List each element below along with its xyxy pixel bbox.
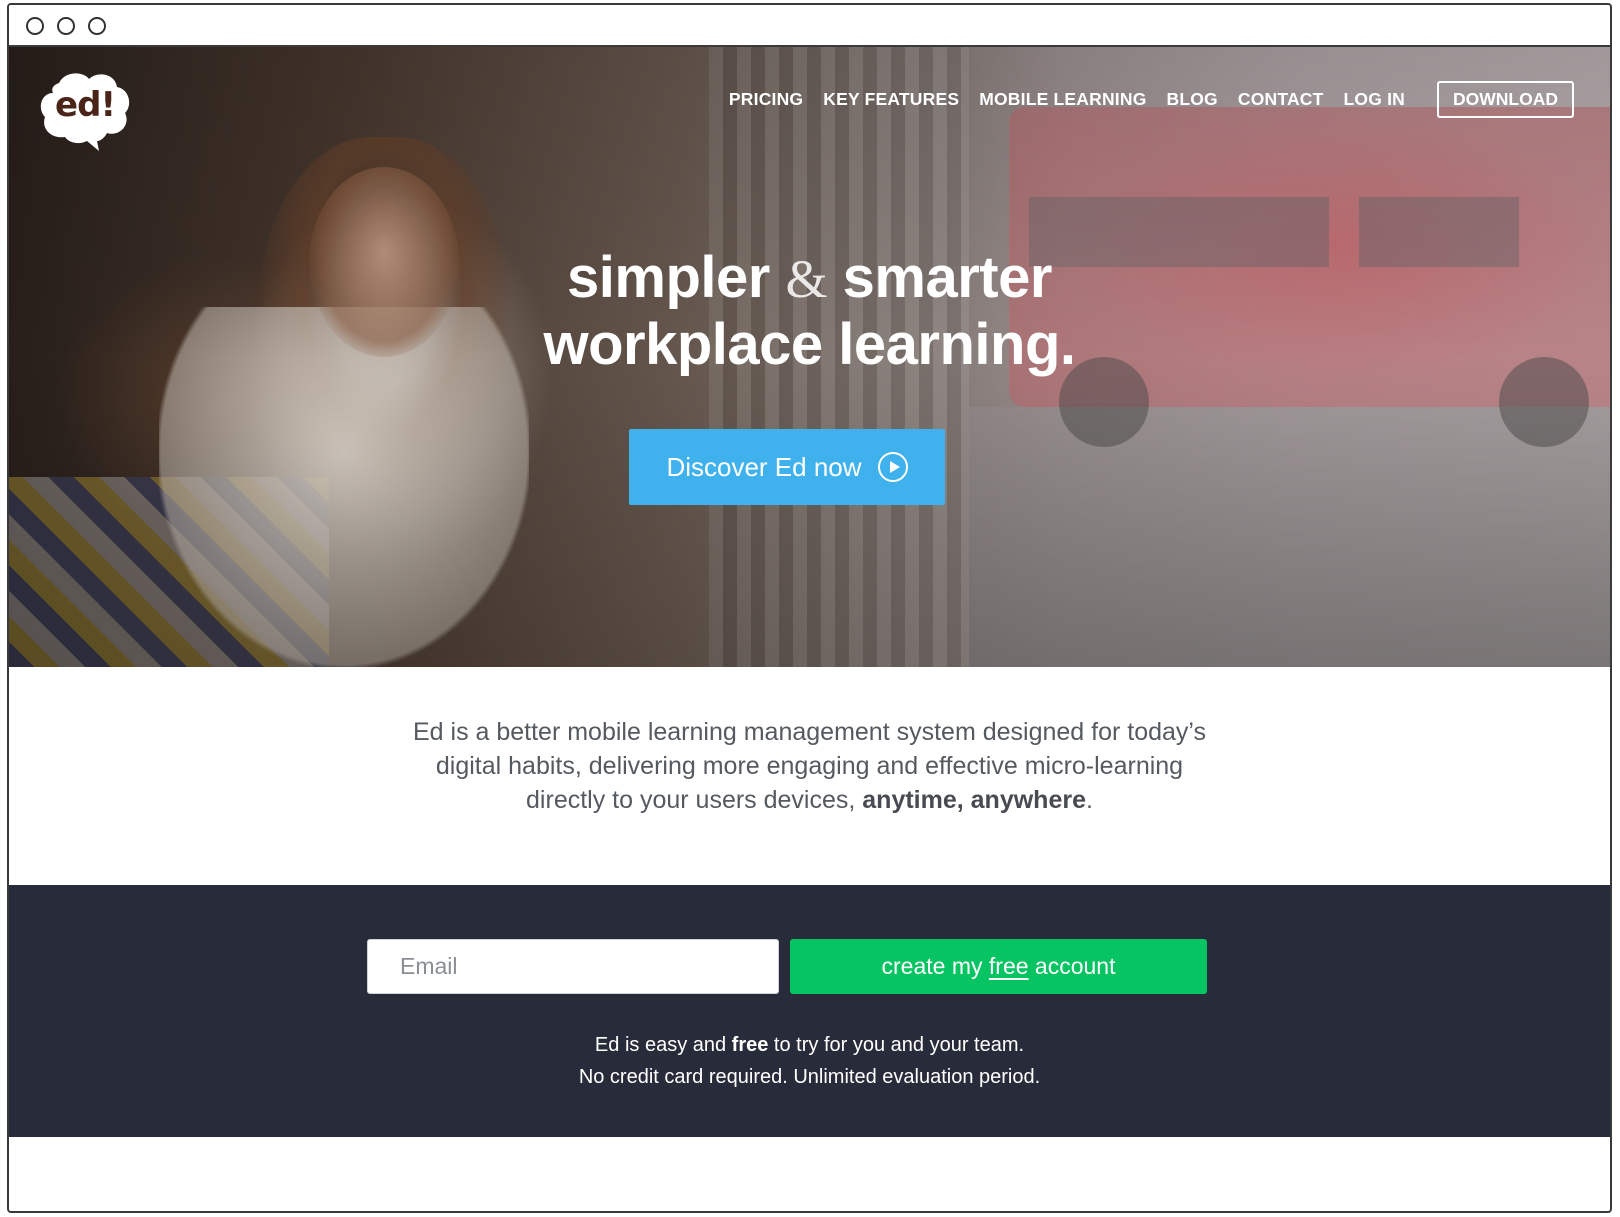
window-minimize-button[interactable] xyxy=(57,17,75,35)
hero-headline: simpler & smarter workplace learning. xyxy=(9,245,1610,378)
headline-simpler: simpler xyxy=(567,245,770,310)
create-account-button[interactable]: create my free account xyxy=(790,939,1207,994)
nav-mobile-learning-link[interactable]: MOBILE LEARNING xyxy=(979,89,1146,110)
headline-line2: workplace learning. xyxy=(543,312,1076,377)
window-maximize-button[interactable] xyxy=(88,17,106,35)
intro-paragraph: Ed is a better mobile learning managemen… xyxy=(9,715,1610,817)
browser-window: ed! PRICING KEY FEATURES MOBILE LEARNING… xyxy=(7,3,1612,1213)
anytime-anywhere-emphasis: anytime, anywhere xyxy=(862,786,1086,814)
discover-ed-label: Discover Ed now xyxy=(666,451,862,482)
ed-logo[interactable]: ed! xyxy=(39,71,131,151)
intro-line-3: directly to your users devices, anytime,… xyxy=(526,786,1093,814)
hero-section: ed! PRICING KEY FEATURES MOBILE LEARNING… xyxy=(9,47,1610,667)
headline-smarter: smarter xyxy=(842,245,1053,310)
intro-line-1: Ed is a better mobile learning managemen… xyxy=(412,718,1207,746)
nav-blog-link[interactable]: BLOG xyxy=(1167,89,1218,110)
nav-login-link[interactable]: LOG IN xyxy=(1344,89,1405,110)
nav-key-features-link[interactable]: KEY FEATURES xyxy=(823,89,959,110)
nav-contact-link[interactable]: CONTACT xyxy=(1238,89,1324,110)
nav-pricing-link[interactable]: PRICING xyxy=(729,89,803,110)
top-navigation: PRICING KEY FEATURES MOBILE LEARNING BLO… xyxy=(709,81,1574,118)
discover-ed-button[interactable]: Discover Ed now xyxy=(629,429,945,505)
email-input[interactable] xyxy=(367,939,779,994)
signup-note: Ed is easy and free to try for you and y… xyxy=(9,1029,1610,1093)
download-button[interactable]: DOWNLOAD xyxy=(1437,81,1574,118)
logo-wordmark: ed! xyxy=(55,85,116,125)
play-circle-icon xyxy=(877,452,908,482)
intro-line-2: digital habits, delivering more engaging… xyxy=(435,752,1184,780)
signup-note-line-2: No credit card required. Unlimited evalu… xyxy=(578,1066,1041,1088)
signup-note-line-1: Ed is easy and free to try for you and y… xyxy=(594,1034,1025,1056)
signup-section: create my free account Ed is easy and fr… xyxy=(9,885,1610,1137)
free-underlined-text: free xyxy=(988,953,1029,979)
headline-ampersand: & xyxy=(785,249,828,309)
window-titlebar xyxy=(9,5,1610,47)
window-close-button[interactable] xyxy=(26,17,44,35)
